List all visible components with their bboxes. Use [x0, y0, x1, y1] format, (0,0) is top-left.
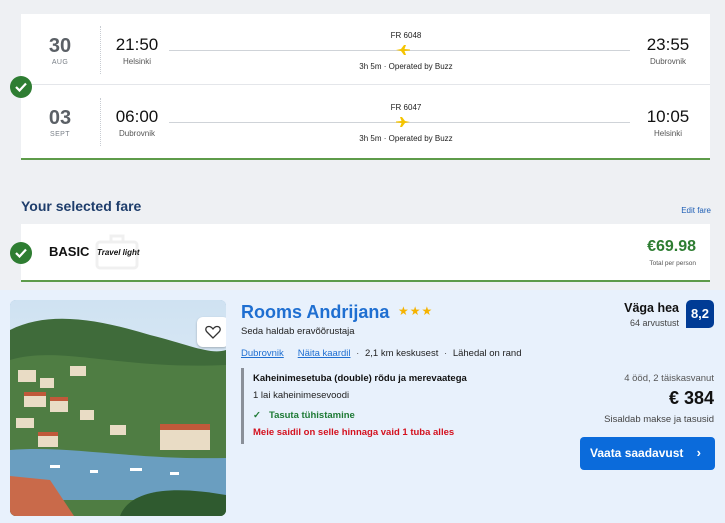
return-flight-number: FR 6047: [390, 103, 422, 112]
review-score-word: Väga hea: [624, 301, 679, 315]
availability-warning: Meie saidil on selle hinnaga vaid 1 tuba…: [253, 427, 455, 438]
fare-heading: Your selected fare: [21, 198, 142, 214]
outbound-date: 30 AUG: [29, 36, 91, 66]
return-dep-time: 06:00: [115, 107, 159, 126]
dot-separator: ·: [444, 348, 448, 359]
hotel-name-link[interactable]: Rooms Andrijana: [241, 302, 389, 323]
outbound-departure: 21:50 Helsinki: [109, 35, 165, 67]
room-name: Kaheinimesetuba (double) rõdu ja merevaa…: [253, 373, 467, 384]
review-count: 64 arvustust: [629, 318, 679, 328]
hotel-price: € 384: [668, 388, 714, 408]
free-cancellation-label: Tasuta tühistamine: [268, 410, 355, 421]
room-accent-bar: [241, 368, 244, 444]
distance-text: 2,1 km keskusest: [364, 348, 439, 359]
chevron-right-icon: ›: [696, 445, 701, 460]
outbound-day: 30: [48, 35, 72, 57]
return-arr-time: 10:05: [646, 107, 690, 126]
price-note: Sisaldab makse ja tasusid: [604, 414, 714, 425]
fare-price-note: Total per person: [649, 260, 696, 267]
dot-separator: [289, 348, 292, 359]
plane-icon: [396, 117, 410, 127]
fare-selected-check-icon: [10, 242, 32, 264]
outbound-duration: 3h 5m · Operated by Buzz: [359, 62, 453, 71]
fare-card[interactable]: BASIC Travel light €69.98 Total per pers…: [21, 224, 710, 282]
outbound-dep-city: Helsinki: [122, 57, 151, 66]
save-favorite-button[interactable]: [197, 317, 226, 347]
flight-card: 30 AUG 21:50 Helsinki FR 6048 3h 5m · Op…: [21, 14, 710, 160]
review-score-badge: 8,2: [686, 300, 714, 328]
edit-fare-link[interactable]: Edit fare: [681, 206, 711, 215]
date-divider: [100, 98, 101, 146]
star-rating: ★★★: [398, 304, 434, 318]
hotel-operator: Seda haldab eravõõrustaja: [241, 326, 355, 337]
return-duration: 3h 5m · Operated by Buzz: [359, 134, 453, 143]
return-arr-city: Helsinki: [653, 129, 682, 138]
fare-name: BASIC: [49, 244, 90, 259]
location-link[interactable]: Dubrovnik: [241, 348, 284, 359]
outbound-dep-time: 21:50: [115, 35, 159, 54]
outbound-arrival: 23:55 Dubrovnik: [638, 35, 698, 67]
outbound-arr-city: Dubrovnik: [649, 57, 686, 66]
return-departure: 06:00 Dubrovnik: [109, 107, 165, 139]
hotel-location-row: Dubrovnik Näita kaardil · 2,1 km keskuse…: [241, 348, 521, 359]
date-divider: [100, 26, 101, 74]
see-availability-button[interactable]: Vaata saadavust ›: [580, 437, 715, 470]
outbound-month: AUG: [51, 59, 69, 66]
return-arrival: 10:05 Helsinki: [638, 107, 698, 139]
leg-divider: [21, 84, 710, 85]
outbound-leg[interactable]: 30 AUG 21:50 Helsinki FR 6048 3h 5m · Op…: [21, 14, 710, 84]
return-dep-city: Dubrovnik: [118, 129, 155, 138]
return-date: 03 SEPT: [29, 108, 91, 138]
hotel-photo-image: [10, 300, 226, 516]
fare-subtitle: Travel light: [97, 248, 140, 257]
plane-icon: [396, 45, 410, 55]
outbound-arr-time: 23:55: [646, 35, 690, 54]
return-month: SEPT: [50, 131, 70, 138]
free-cancellation: ✓ Tasuta tühistamine: [253, 410, 355, 421]
checkmark-icon: ✓: [253, 410, 261, 421]
stay-details: 4 ööd, 2 täiskasvanut: [624, 373, 714, 384]
return-leg[interactable]: 03 SEPT 06:00 Dubrovnik FR 6047 3h 5m · …: [21, 86, 710, 156]
outbound-flight-number: FR 6048: [390, 31, 422, 40]
heart-icon: [205, 325, 221, 339]
hotel-photo[interactable]: [10, 300, 226, 516]
return-day: 03: [48, 107, 72, 129]
flight-selected-check-icon: [10, 76, 32, 98]
see-availability-label: Vaata saadavust: [590, 446, 684, 460]
dot-separator: ·: [356, 348, 360, 359]
fare-price: €69.98: [647, 238, 696, 255]
beach-text: Lähedal on rand: [452, 348, 522, 359]
bed-info: 1 lai kaheinimesevoodi: [253, 390, 350, 401]
hotel-card: [0, 290, 725, 523]
show-on-map-link[interactable]: Näita kaardil: [298, 348, 351, 359]
